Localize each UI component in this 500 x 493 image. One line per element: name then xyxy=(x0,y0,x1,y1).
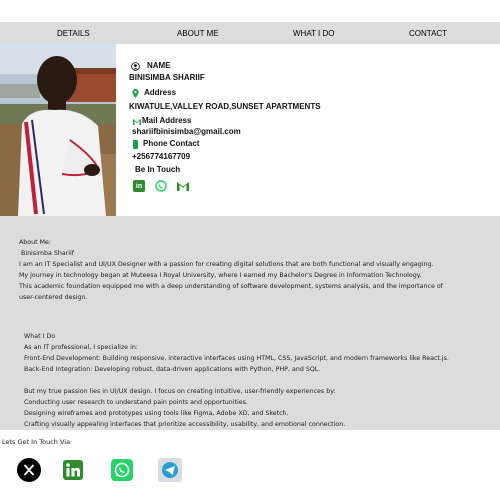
location-pin-icon xyxy=(132,88,140,98)
contact-label: Lets Get In Touch Via xyxy=(2,438,71,446)
linkedin-small-icon[interactable]: in xyxy=(133,180,145,192)
mail-row: Mail Address xyxy=(133,115,321,126)
email-value[interactable]: shariifbinisimba@gmail.com xyxy=(132,126,241,138)
whatido-line-2: Back-End Integration: Developing robust,… xyxy=(24,366,321,373)
small-social-links: in xyxy=(133,180,189,192)
whatido-heading: What I Do xyxy=(24,333,56,340)
about-line-4: user-centered design. xyxy=(19,294,88,301)
address-row: Address xyxy=(132,87,321,98)
nav-about-me[interactable]: ABOUT ME xyxy=(177,29,219,38)
whatido-line-6: Crafting visually appealing interfaces t… xyxy=(24,421,346,428)
whatido-intro: As an IT professional, I specialize in: xyxy=(24,344,138,351)
name-value: BINISIMBA SHARIIF xyxy=(129,72,205,82)
about-line-2: My journey in technology began at Mutees… xyxy=(19,272,422,279)
gmail-small-icon[interactable] xyxy=(177,180,189,192)
phone-icon xyxy=(133,139,141,149)
name-value-row: BINISIMBA SHARIIF xyxy=(129,72,321,83)
whatsapp-icon[interactable] xyxy=(110,458,134,482)
user-icon xyxy=(131,61,140,71)
name-row: NAME xyxy=(131,60,321,71)
address-value-row: KIWATULE,VALLEY ROAD,SUNSET APARTMENTS xyxy=(129,101,321,112)
phone-row: Phone Contact xyxy=(133,138,321,149)
whatido-line-3: But my true passion lies in UI/UX design… xyxy=(24,388,336,395)
email-row: shariifbinisimba@gmail.com xyxy=(132,126,321,137)
nav-contact[interactable]: CONTACT xyxy=(409,29,447,38)
whatido-block: What I Do As an IT professional, I speci… xyxy=(24,331,449,430)
about-heading: About Me: xyxy=(19,239,52,246)
telegram-icon[interactable] xyxy=(158,458,182,482)
whatido-line-1: Front-End Development: Building responsi… xyxy=(24,355,449,362)
profile-photo xyxy=(0,44,116,216)
top-nav: DETAILS ABOUT ME WHAT I DO CONTACT xyxy=(0,22,500,44)
about-line-1: I am an IT Specialist and UI/UX Designer… xyxy=(19,261,434,268)
contact-section: Lets Get In Touch Via xyxy=(0,430,500,493)
mail-icon xyxy=(133,117,141,125)
phone-label: Phone Contact xyxy=(143,138,200,148)
touch-row: Be In Touch xyxy=(135,164,321,175)
be-in-touch-label: Be In Touch xyxy=(135,164,181,174)
nav-what-i-do[interactable]: WHAT I DO xyxy=(293,29,334,38)
phone-value[interactable]: +256774167709 xyxy=(132,151,190,163)
about-name: Binisimba Shariif xyxy=(21,250,74,257)
address-value: KIWATULE,VALLEY ROAD,SUNSET APARTMENTS xyxy=(129,101,321,111)
phone-value-row: +256774167709 xyxy=(132,151,321,162)
about-line-3: This academic foundation equipped me wit… xyxy=(19,283,443,290)
x-icon[interactable] xyxy=(17,458,41,482)
linkedin-icon[interactable] xyxy=(61,458,85,482)
name-label: NAME xyxy=(147,60,171,70)
whatido-line-4: Conducting user research to understand p… xyxy=(24,399,248,406)
about-block: About Me: Binisimba Shariif I am an IT S… xyxy=(19,237,443,303)
whatido-line-5: Designing wireframes and prototypes usin… xyxy=(24,410,289,417)
nav-details[interactable]: DETAILS xyxy=(57,29,90,38)
about-section: About Me: Binisimba Shariif I am an IT S… xyxy=(0,216,500,430)
profile-section: NAME BINISIMBA SHARIIF Address KIWATULE,… xyxy=(0,44,500,216)
whatsapp-small-icon[interactable] xyxy=(155,180,167,192)
contact-details: NAME BINISIMBA SHARIIF Address KIWATULE,… xyxy=(129,60,321,175)
address-label: Address xyxy=(144,87,177,97)
